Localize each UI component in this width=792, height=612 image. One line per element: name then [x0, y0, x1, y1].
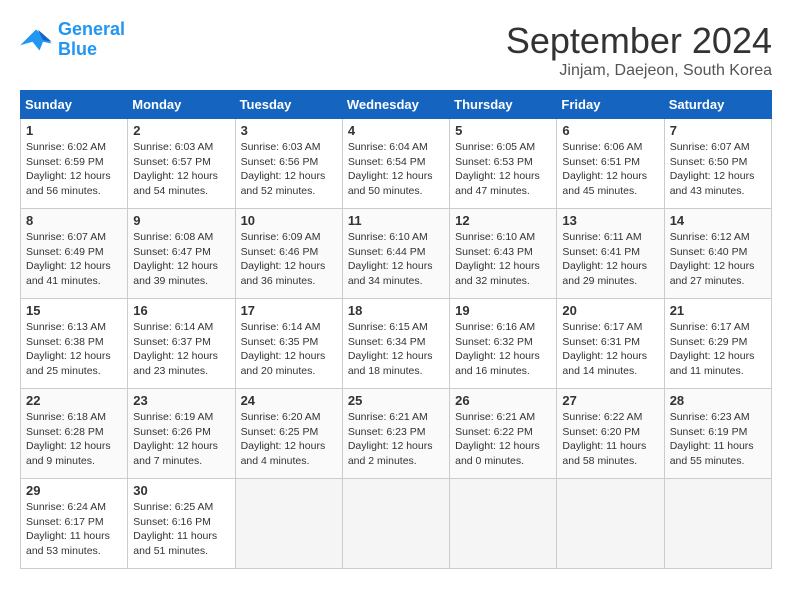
table-row: 16Sunrise: 6:14 AMSunset: 6:37 PMDayligh…	[128, 299, 235, 389]
table-row: 27Sunrise: 6:22 AMSunset: 6:20 PMDayligh…	[557, 389, 664, 479]
calendar-week-row: 1Sunrise: 6:02 AMSunset: 6:59 PMDaylight…	[21, 119, 772, 209]
table-row: 24Sunrise: 6:20 AMSunset: 6:25 PMDayligh…	[235, 389, 342, 479]
logo: General Blue	[20, 20, 125, 60]
table-row: 9Sunrise: 6:08 AMSunset: 6:47 PMDaylight…	[128, 209, 235, 299]
table-row: 5Sunrise: 6:05 AMSunset: 6:53 PMDaylight…	[450, 119, 557, 209]
page-header: General Blue September 2024 Jinjam, Daej…	[20, 20, 772, 80]
table-row: 17Sunrise: 6:14 AMSunset: 6:35 PMDayligh…	[235, 299, 342, 389]
location-title: Jinjam, Daejeon, South Korea	[506, 62, 772, 80]
header-saturday: Saturday	[664, 91, 771, 119]
calendar-week-row: 29Sunrise: 6:24 AMSunset: 6:17 PMDayligh…	[21, 479, 772, 569]
table-row: 29Sunrise: 6:24 AMSunset: 6:17 PMDayligh…	[21, 479, 128, 569]
table-row: 20Sunrise: 6:17 AMSunset: 6:31 PMDayligh…	[557, 299, 664, 389]
header-monday: Monday	[128, 91, 235, 119]
logo-icon	[20, 26, 52, 54]
table-row: 7Sunrise: 6:07 AMSunset: 6:50 PMDaylight…	[664, 119, 771, 209]
table-row: 14Sunrise: 6:12 AMSunset: 6:40 PMDayligh…	[664, 209, 771, 299]
logo-text: General Blue	[58, 20, 125, 60]
table-row: 30Sunrise: 6:25 AMSunset: 6:16 PMDayligh…	[128, 479, 235, 569]
header-friday: Friday	[557, 91, 664, 119]
table-row: 18Sunrise: 6:15 AMSunset: 6:34 PMDayligh…	[342, 299, 449, 389]
table-row: 21Sunrise: 6:17 AMSunset: 6:29 PMDayligh…	[664, 299, 771, 389]
month-title: September 2024	[506, 20, 772, 62]
table-row: 23Sunrise: 6:19 AMSunset: 6:26 PMDayligh…	[128, 389, 235, 479]
calendar-header-row: Sunday Monday Tuesday Wednesday Thursday…	[21, 91, 772, 119]
table-row	[557, 479, 664, 569]
table-row: 26Sunrise: 6:21 AMSunset: 6:22 PMDayligh…	[450, 389, 557, 479]
table-row: 2Sunrise: 6:03 AMSunset: 6:57 PMDaylight…	[128, 119, 235, 209]
table-row: 28Sunrise: 6:23 AMSunset: 6:19 PMDayligh…	[664, 389, 771, 479]
table-row: 6Sunrise: 6:06 AMSunset: 6:51 PMDaylight…	[557, 119, 664, 209]
table-row: 22Sunrise: 6:18 AMSunset: 6:28 PMDayligh…	[21, 389, 128, 479]
header-thursday: Thursday	[450, 91, 557, 119]
table-row: 1Sunrise: 6:02 AMSunset: 6:59 PMDaylight…	[21, 119, 128, 209]
header-tuesday: Tuesday	[235, 91, 342, 119]
table-row: 4Sunrise: 6:04 AMSunset: 6:54 PMDaylight…	[342, 119, 449, 209]
table-row	[235, 479, 342, 569]
calendar-week-row: 22Sunrise: 6:18 AMSunset: 6:28 PMDayligh…	[21, 389, 772, 479]
calendar-week-row: 8Sunrise: 6:07 AMSunset: 6:49 PMDaylight…	[21, 209, 772, 299]
table-row: 25Sunrise: 6:21 AMSunset: 6:23 PMDayligh…	[342, 389, 449, 479]
calendar-week-row: 15Sunrise: 6:13 AMSunset: 6:38 PMDayligh…	[21, 299, 772, 389]
title-block: September 2024 Jinjam, Daejeon, South Ko…	[506, 20, 772, 80]
table-row: 11Sunrise: 6:10 AMSunset: 6:44 PMDayligh…	[342, 209, 449, 299]
header-sunday: Sunday	[21, 91, 128, 119]
calendar-table: Sunday Monday Tuesday Wednesday Thursday…	[20, 90, 772, 569]
table-row: 8Sunrise: 6:07 AMSunset: 6:49 PMDaylight…	[21, 209, 128, 299]
table-row	[450, 479, 557, 569]
table-row	[664, 479, 771, 569]
table-row: 13Sunrise: 6:11 AMSunset: 6:41 PMDayligh…	[557, 209, 664, 299]
table-row: 10Sunrise: 6:09 AMSunset: 6:46 PMDayligh…	[235, 209, 342, 299]
table-row: 19Sunrise: 6:16 AMSunset: 6:32 PMDayligh…	[450, 299, 557, 389]
header-wednesday: Wednesday	[342, 91, 449, 119]
table-row	[342, 479, 449, 569]
table-row: 12Sunrise: 6:10 AMSunset: 6:43 PMDayligh…	[450, 209, 557, 299]
table-row: 3Sunrise: 6:03 AMSunset: 6:56 PMDaylight…	[235, 119, 342, 209]
table-row: 15Sunrise: 6:13 AMSunset: 6:38 PMDayligh…	[21, 299, 128, 389]
